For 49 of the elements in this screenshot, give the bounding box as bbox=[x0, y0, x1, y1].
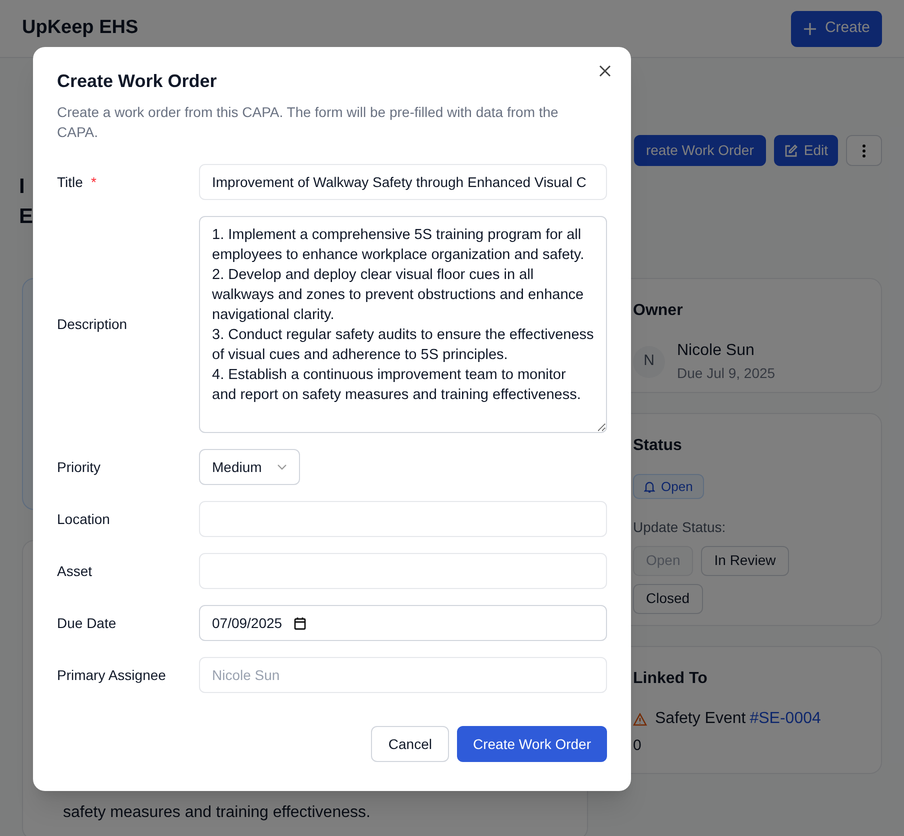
card-title: Owner bbox=[633, 301, 684, 321]
field-label: Due Date bbox=[57, 614, 116, 632]
linked-count: 0 bbox=[633, 736, 642, 756]
edit-icon bbox=[784, 144, 798, 158]
create-work-order-button[interactable]: Create Work Order bbox=[457, 726, 607, 762]
warning-icon bbox=[633, 712, 647, 726]
card-title: Status bbox=[633, 436, 683, 456]
text-field[interactable]: Improvement of Walkway Safety through Enhanced Visual C bbox=[199, 164, 607, 200]
field-label: Priority bbox=[57, 458, 101, 477]
create-work-order-button[interactable]: reate Work Order bbox=[634, 135, 766, 166]
create-button[interactable]: Create bbox=[790, 10, 882, 46]
bell-icon bbox=[644, 480, 655, 492]
text-field[interactable]: Nicole Sun bbox=[199, 657, 607, 693]
more-button[interactable] bbox=[846, 135, 882, 166]
card-title: Linked To bbox=[633, 669, 708, 689]
app-title: UpKeep EHS bbox=[22, 16, 138, 40]
page-heading: E bbox=[19, 204, 34, 230]
priority-select[interactable]: Medium bbox=[199, 449, 300, 485]
dialog-description: Create a work order from this CAPA. The form will be pre-filled with data from the CAPA. bbox=[57, 103, 560, 142]
due-date: Due Jul 9, 2025 bbox=[677, 364, 776, 383]
edit-button[interactable]: Edit bbox=[774, 135, 838, 166]
chevron-icon bbox=[277, 464, 287, 470]
field-label: Primary Assignee bbox=[57, 666, 166, 685]
calendar-icon[interactable] bbox=[294, 616, 306, 630]
text-field[interactable] bbox=[199, 553, 607, 589]
owner-name: Nicole Sun bbox=[677, 341, 756, 361]
dialog-title: Create Work Order bbox=[57, 70, 218, 93]
text-field[interactable] bbox=[199, 501, 607, 537]
description-field[interactable]: 1. Implement a comprehensive 5S training program for all employees to enhance workplace organization and safety. 2. Develop and deploy clear visual floor cues in all walkways and zones to prevent obstructions and enhance navigational clarity. 3. Conduct regular safety audits to ensure the effectiveness of visual cues and adherence to 5S principles. 4. Establish a continuous improvement team to monitor and report on safety measures and training effectiveness. bbox=[199, 216, 607, 433]
cancel-button[interactable]: Cancel bbox=[371, 726, 449, 762]
more-icon bbox=[862, 144, 866, 158]
status-option-button[interactable]: Closed bbox=[633, 584, 703, 614]
linked-type: Safety Event bbox=[655, 709, 746, 729]
date-field[interactable]: 07/09/2025 bbox=[199, 605, 607, 641]
close-icon[interactable] bbox=[599, 64, 613, 78]
avatar: N bbox=[633, 346, 665, 378]
date-value: 07/09/2025 bbox=[212, 614, 282, 632]
field-label: Location bbox=[57, 510, 110, 528]
status-option-button[interactable]: In Review bbox=[701, 546, 789, 576]
field-label: Asset bbox=[57, 562, 92, 580]
update-status-label: Update Status: bbox=[633, 518, 727, 537]
field-label: Description bbox=[57, 315, 128, 334]
linked-link[interactable]: #SE-0004 bbox=[750, 707, 821, 731]
required-mark: * bbox=[90, 172, 96, 192]
plus-icon bbox=[802, 22, 817, 36]
field-label: Title bbox=[57, 172, 83, 192]
description-text: safety measures and training effectiveness. bbox=[63, 803, 372, 823]
status-badge: Open bbox=[633, 474, 704, 499]
page-heading: I bbox=[19, 174, 25, 200]
